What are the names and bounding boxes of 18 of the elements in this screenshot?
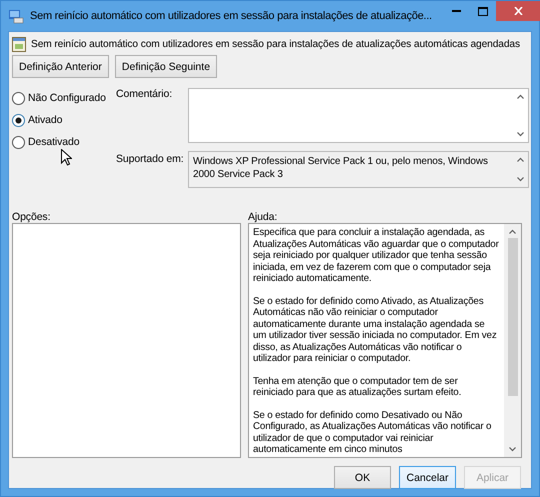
dialog-button[interactable]: Cancelar [399, 466, 456, 489]
radio-label[interactable]: Não Configurado [28, 92, 106, 104]
window-title: Sem reinício automático com utilizadores em sessão para instalações de atualizaçõe... [30, 10, 432, 22]
supported-text: Windows XP Professional Service Pack 1 ou, pelo menos, Windows 2000 Service Pack 3 [192, 155, 489, 182]
help-paragraph: Tenha em atenção que o computador tem de ser reiniciado para que as atualizações surtam efeito. [253, 376, 462, 398]
help-paragraph: Especifica que para concluir a instalação agendada, as Atualizações Automáticas vão aguardar que o computador seja reiniciado por qualquer utilizador que tenha sessão iniciada, em vez de fazerem com que o computador seja reiniciado automaticamente. [253, 227, 500, 284]
help-label: Ajuda: [248, 211, 278, 223]
supported-label: Suportado em: [116, 153, 184, 165]
options-label: Opções: [12, 211, 52, 223]
next-setting-button[interactable]: Definição Seguinte [114, 55, 218, 78]
radio-label[interactable]: Desativado [28, 136, 80, 148]
previous-setting-button[interactable]: Definição Anterior [12, 55, 109, 78]
help-paragraph: Se o estado for definido como Desativado ou Não Configurado, as Atualizações Automáticas vão notificar o utilizador de que o computador vai reiniciar automaticamente em cinco minutos [253, 410, 492, 456]
radio-label[interactable]: Ativado [28, 114, 62, 126]
dialog-button[interactable]: OK [334, 466, 391, 489]
help-paragraph: Se o estado for definido como Ativado, as Atualizações Automáticas não vão reiniciar o computador automaticamente durante uma instalação agendada se um utilizador tiver sessão iniciada no computador. Em vez disso, as Atualizações Automáticas vão notificar o utilizador para reiniciar o computador. [253, 296, 498, 364]
comment-label: Comentário: [116, 88, 172, 100]
setting-title: Sem reinício automático com utilizadores em sessão para instalações de atualizações automáticas agendadas [31, 39, 520, 50]
